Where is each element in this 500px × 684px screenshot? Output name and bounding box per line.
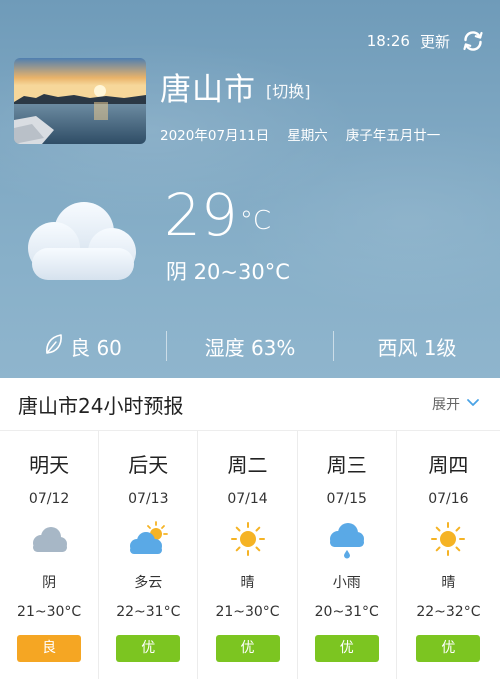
day-name: 周三 <box>326 453 367 477</box>
forecast-day[interactable]: 明天 07/12 阴 21~30°C 良 <box>0 431 100 679</box>
forecast-day[interactable]: 后天 07/13 多云 22~31°C 优 <box>99 431 199 679</box>
city-photo <box>14 58 146 144</box>
sun-icon <box>426 519 470 559</box>
day-temperature-range: 20~31°C <box>314 604 379 620</box>
leaf-icon <box>44 333 64 360</box>
air-quality-badge: 良 <box>17 635 82 662</box>
day-condition: 小雨 <box>332 575 361 591</box>
date-line: 2020年07月11日 星期六 庚子年五月廿一 <box>160 124 440 144</box>
day-condition: 晴 <box>240 575 255 591</box>
expand-button[interactable]: 展开 <box>432 394 480 414</box>
air-quality-badge: 优 <box>215 635 280 662</box>
forecast-day[interactable]: 周二 07/14 晴 21~30°C 优 <box>198 431 298 679</box>
lunar-date-text: 庚子年五月廿一 <box>345 128 441 144</box>
day-condition: 多云 <box>134 575 163 591</box>
air-quality-badge: 优 <box>314 635 379 662</box>
cloudy-icon <box>27 519 71 559</box>
refresh-label[interactable]: 更新 <box>420 31 450 52</box>
city-name: 唐山市 <box>160 72 256 108</box>
day-date: 07/16 <box>428 491 469 507</box>
humidity-stat: 湿度 63% <box>167 332 333 361</box>
chevron-down-icon <box>466 396 480 412</box>
air-quality-stat: 良 60 <box>0 332 166 361</box>
forecast-day[interactable]: 周三 07/15 小雨 20~31°C 优 <box>298 431 397 679</box>
temperature-value: 29 <box>164 181 238 249</box>
day-temperature-range: 22~31°C <box>116 604 181 620</box>
day-date: 07/12 <box>28 491 70 507</box>
air-quality-badge: 优 <box>416 635 481 662</box>
forecast-title: 唐山市24小时预报 <box>18 393 184 418</box>
partly-cloudy-icon <box>126 519 170 559</box>
top-bar: 18:26 更新 <box>367 28 486 54</box>
day-temperature-range: 22~32°C <box>416 604 481 620</box>
day-temperature-range: 21~30°C <box>17 604 82 620</box>
weather-hero: 18:26 更新 唐山市 [切换] 2020年07月11日 星期六 庚子年五月廿… <box>0 0 500 378</box>
day-condition: 晴 <box>441 575 456 591</box>
day-name: 明天 <box>29 453 70 477</box>
current-summary: 阴 20~30°C <box>166 260 290 284</box>
day-date: 07/15 <box>326 491 367 507</box>
weekday-text: 星期六 <box>287 128 328 144</box>
switch-city-link[interactable]: [切换] <box>266 78 311 102</box>
expand-label: 展开 <box>432 397 460 413</box>
forecast-days: 明天 07/12 阴 21~30°C 良 后天 07/13 多云 22~31°C… <box>0 431 500 684</box>
wind-stat: 西风 1级 <box>334 332 500 361</box>
day-date: 07/14 <box>227 491 268 507</box>
refresh-icon[interactable] <box>460 28 486 54</box>
temperature-unit: °C <box>239 206 271 236</box>
cloudy-icon <box>20 196 140 286</box>
day-temperature-range: 21~30°C <box>215 604 280 620</box>
light-rain-icon <box>325 519 369 559</box>
update-time: 18:26 <box>366 32 410 50</box>
day-name: 周二 <box>227 453 268 477</box>
day-name: 后天 <box>128 453 169 477</box>
forecast-header: 唐山市24小时预报 展开 <box>0 378 500 431</box>
sun-icon <box>226 519 270 559</box>
date-text: 2020年07月11日 <box>160 128 270 144</box>
wind-text: 西风 1级 <box>377 335 457 360</box>
forecast-day[interactable]: 周四 07/16 晴 22~32°C 优 <box>397 431 500 679</box>
air-quality-badge: 优 <box>116 635 181 662</box>
current-temperature: 29°C <box>164 186 271 244</box>
humidity-text: 湿度 63% <box>204 335 296 360</box>
day-date: 07/13 <box>128 491 169 507</box>
day-condition: 阴 <box>42 575 57 591</box>
stats-bar: 良 60 湿度 63% 西风 1级 <box>0 318 500 374</box>
day-name: 周四 <box>428 453 469 477</box>
air-quality-text: 良 60 <box>70 335 122 360</box>
